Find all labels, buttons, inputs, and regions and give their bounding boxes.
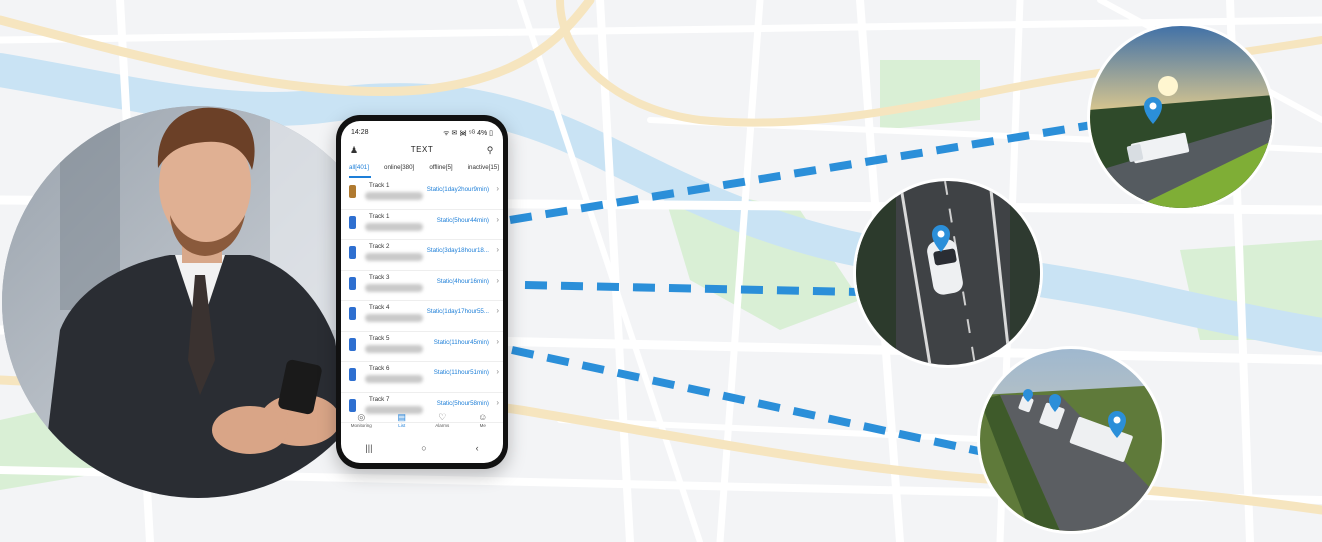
list-item[interactable]: Track 6 Static(11hour51min) ›: [341, 362, 503, 393]
battery-icon: [349, 185, 356, 198]
blurred-detail: [365, 192, 423, 200]
nav-list[interactable]: ▤ List: [384, 411, 420, 435]
home-button[interactable]: ○: [421, 443, 426, 457]
car-icon: [349, 215, 356, 229]
chevron-right-icon: ›: [496, 275, 499, 285]
track-name: Track 7: [369, 395, 390, 403]
status-icons: ᯤ ✉ ᯼ ⁵ᴳ 4% ▯: [443, 130, 493, 137]
nav-me[interactable]: ☺ Me: [465, 411, 501, 435]
track-name: Track 1: [369, 212, 390, 220]
track-status: Static(11hour51min): [433, 369, 489, 376]
track-name: Track 5: [369, 334, 390, 342]
list-item[interactable]: Track 5 Static(11hour45min) ›: [341, 332, 503, 362]
chevron-right-icon: ›: [496, 336, 499, 346]
fingerprint-icon: ◎: [357, 412, 366, 422]
blurred-detail: [365, 375, 423, 383]
car-topdown-photo: [853, 178, 1043, 368]
status-bar: 14:28 ᯤ ✉ ᯼ ⁵ᴳ 4% ▯: [351, 129, 493, 139]
track-name: Track 4: [369, 304, 390, 311]
filter-tabs: all[401] online[380] offline[5] inactive…: [349, 164, 499, 176]
blurred-detail: [365, 314, 423, 322]
car-icon: [349, 398, 356, 412]
track-status: Static(5hour44min): [436, 216, 489, 224]
track-status: Static(11hour45min): [433, 338, 489, 346]
bottom-nav: ◎ Monitoring ▤ List ♡ Alarms ☺ Me: [341, 411, 503, 435]
filter-tab-offline[interactable]: offline[5]: [429, 164, 452, 176]
phone-screen: 14:28 ᯤ ✉ ᯼ ⁵ᴳ 4% ▯ ♟ TEXT ⚲ all[401] on…: [341, 121, 503, 463]
nav-alarms[interactable]: ♡ Alarms: [424, 411, 460, 435]
list-item[interactable]: Track 4 Static(1day17hour55... ›: [341, 301, 503, 332]
blurred-detail: [365, 344, 423, 353]
car-icon: [349, 246, 356, 259]
list-item[interactable]: Track 2 Static(3day18hour18... ›: [341, 240, 503, 271]
track-name: Track 6: [369, 365, 390, 372]
blurred-detail: [365, 283, 423, 292]
recent-apps-button[interactable]: |||: [365, 443, 372, 457]
car-icon: [349, 307, 356, 320]
search-icon[interactable]: ⚲: [485, 145, 495, 155]
track-status: Static(4hour16min): [436, 277, 489, 285]
track-status: Static(1day2hour9min): [426, 186, 489, 193]
system-nav-bar: ||| ○ ‹: [341, 443, 503, 457]
chevron-right-icon: ›: [496, 214, 499, 224]
chevron-right-icon: ›: [496, 367, 499, 376]
map-illustration: [0, 0, 1322, 542]
truck-sunset-photo: [1087, 23, 1275, 211]
chevron-right-icon: ›: [496, 306, 499, 315]
car-icon: [349, 276, 356, 290]
track-status: Static(1day17hour55...: [426, 308, 489, 315]
track-name: Track 1: [369, 182, 390, 189]
chevron-right-icon: ›: [496, 397, 499, 407]
filter-tab-inactive[interactable]: inactive[15]: [468, 164, 499, 176]
person-icon: ☺: [478, 412, 488, 422]
page-title: TEXT: [410, 145, 434, 154]
list-item[interactable]: Track 1 Static(5hour44min) ›: [341, 210, 503, 240]
nav-label: Me: [479, 423, 486, 428]
track-status: Static(5hour58min): [436, 399, 489, 407]
track-list: Track 1 Static(1day2hour9min) › Track 1 Sta…: [341, 179, 503, 423]
car-icon: [349, 337, 356, 351]
trucks-highway-photo: [977, 346, 1165, 534]
blurred-detail: [365, 253, 423, 261]
nav-label: Monitoring: [350, 423, 372, 428]
phone-mockup: 14:28 ᯤ ✉ ᯼ ⁵ᴳ 4% ▯ ♟ TEXT ⚲ all[401] on…: [336, 115, 508, 469]
active-tab-indicator: [349, 176, 371, 178]
back-button[interactable]: ‹: [476, 443, 479, 457]
car-icon: [349, 368, 356, 381]
app-header: ♟ TEXT ⚲: [341, 143, 503, 159]
track-name: Track 3: [369, 273, 390, 281]
list-item[interactable]: Track 1 Static(1day2hour9min) ›: [341, 179, 503, 210]
blurred-detail: [365, 222, 423, 231]
list-item[interactable]: Track 3 Static(4hour16min) ›: [341, 271, 503, 301]
status-time: 14:28: [351, 129, 369, 136]
track-status: Static(3day18hour18...: [426, 247, 489, 254]
nav-monitoring[interactable]: ◎ Monitoring: [343, 411, 379, 435]
filter-tab-all[interactable]: all[401]: [349, 164, 369, 176]
nav-label: List: [398, 423, 406, 428]
filter-tab-online[interactable]: online[380]: [384, 164, 414, 176]
track-name: Track 2: [369, 243, 390, 250]
nav-label: Alarms: [435, 423, 450, 428]
list-icon: ▤: [397, 412, 406, 422]
chevron-right-icon: ›: [496, 184, 499, 193]
bell-icon: ♡: [438, 412, 447, 422]
chevron-right-icon: ›: [496, 245, 499, 254]
